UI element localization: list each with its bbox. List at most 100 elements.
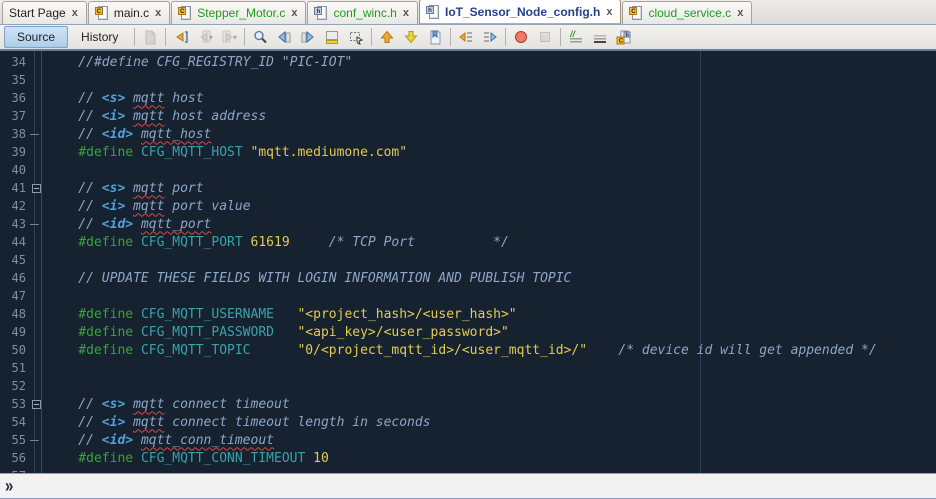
fold-column [30,197,47,215]
code-line-34[interactable]: 34 //#define CFG_REGISTRY_ID "PIC-IOT" [0,53,936,71]
shift-line-right-icon[interactable] [478,26,502,48]
code-text: #define CFG_MQTT_PORT 61619 /* TCP Port … [78,234,509,250]
line-number: 53 [11,397,26,411]
code-line-53[interactable]: 53 // <s> mqtt connect timeout [0,395,936,413]
fold-column [30,53,47,71]
toggle-header-source-icon[interactable]: hC [612,26,636,48]
code-line-50[interactable]: 50 #define CFG_MQTT_TOPIC "0/<project_mq… [0,341,936,359]
line-number: 39 [11,145,26,159]
fold-column [30,71,47,89]
uncomment-icon[interactable] [588,26,612,48]
toggle-highlight-search-icon[interactable] [320,26,344,48]
header-file-icon: h [425,4,440,20]
tab-label: Stepper_Motor.c [197,6,286,20]
toolbar-separator [505,28,507,46]
tab-cloud-service-c[interactable]: Ccloud_service.c x [622,1,753,24]
line-number: 36 [11,91,26,105]
find-selection-icon[interactable] [248,26,272,48]
code-line-40[interactable]: 40 [0,161,936,179]
code-line-48[interactable]: 48 #define CFG_MQTT_USERNAME "<project_h… [0,305,936,323]
close-icon[interactable]: x [290,7,298,19]
code-line-54[interactable]: 54 // <i> mqtt connect timeout length in… [0,413,936,431]
code-line-55[interactable]: 55 // <id> mqtt_conn_timeout [0,431,936,449]
fold-collapse-icon[interactable] [30,179,47,197]
toggle-rectangular-selection-icon[interactable] [344,26,368,48]
line-number: 34 [11,55,26,69]
editor-toolbar: Source History ▾ ▾ // h C [0,25,936,51]
fold-end-mark [30,215,47,233]
editor-tab-bar: Start Page x Cmain.c x C Stepper_Motor.c x h con… [0,0,936,25]
line-number: 43 [11,217,26,231]
code-lines: 34 //#define CFG_REGISTRY_ID "PIC-IOT" 35… [0,53,936,474]
code-line-49[interactable]: 49 #define CFG_MQTT_PASSWORD "<api_key>/… [0,323,936,341]
code-line-39[interactable]: 39 #define CFG_MQTT_HOST "mqtt.mediumone… [0,143,936,161]
close-icon[interactable]: x [71,7,79,19]
code-line-44[interactable]: 44 #define CFG_MQTT_PORT 61619 /* TCP Po… [0,233,936,251]
close-icon[interactable]: x [605,6,613,18]
code-line-41[interactable]: 41 // <s> mqtt port [0,179,936,197]
fold-column [30,323,47,341]
toolbar-separator [244,28,246,46]
code-line-35[interactable]: 35 [0,71,936,89]
code-line-56[interactable]: 56 #define CFG_MQTT_CONN_TIMEOUT 10 [0,449,936,467]
code-line-47[interactable]: 47 [0,287,936,305]
code-line-42[interactable]: 42 // <i> mqtt port value [0,197,936,215]
fold-collapse-icon[interactable] [30,395,47,413]
next-bookmark-icon[interactable] [399,26,423,48]
fold-column [30,89,47,107]
previous-bookmark-icon[interactable] [375,26,399,48]
navigate-forward-icon: ▾ [217,26,241,48]
tab-label: Start Page [9,6,66,20]
toolbar-separator [560,28,562,46]
code-line-43[interactable]: 43 // <id> mqtt_port [0,215,936,233]
code-text: // <s> mqtt host [47,90,204,106]
c-file-icon: C [629,5,643,21]
fold-column [30,251,47,269]
find-next-icon[interactable] [296,26,320,48]
fold-column [30,305,47,323]
close-icon[interactable]: x [736,7,744,19]
dropdown-caret-icon[interactable]: ▾ [233,33,237,42]
line-number: 44 [11,235,26,249]
close-icon[interactable]: x [154,7,162,19]
tab-stepper-motor-c[interactable]: C Stepper_Motor.c x [171,1,307,24]
fold-end-mark [30,125,47,143]
code-text: #define CFG_MQTT_USERNAME "<project_hash… [78,306,517,322]
toolbar-separator [134,28,136,46]
code-line-57[interactable]: 57 [0,467,936,473]
breadcrumb-bar[interactable]: » [0,473,936,499]
source-view-button[interactable]: Source [4,26,69,48]
code-text: // <s> mqtt connect timeout [47,396,290,412]
fold-column [30,413,47,431]
close-icon[interactable]: x [402,7,410,19]
tab-main-c[interactable]: Cmain.c x [87,1,171,24]
comment-icon[interactable]: // [564,26,588,48]
code-editor[interactable]: 34 //#define CFG_REGISTRY_ID "PIC-IOT" 35… [0,51,936,473]
dropdown-caret-icon[interactable]: ▾ [209,33,213,42]
history-view-button[interactable]: History [68,26,131,48]
toggle-bookmark-icon[interactable] [423,26,447,48]
code-line-45[interactable]: 45 [0,251,936,269]
jump-last-edit-icon[interactable] [169,26,193,48]
start-macro-recording-icon[interactable] [509,26,533,48]
code-line-46[interactable]: 46 // UPDATE THESE FIELDS WITH LOGIN INF… [0,269,936,287]
line-number: 51 [11,361,26,375]
line-number: 54 [11,415,26,429]
code-line-38[interactable]: 38 // <id> mqtt_host [0,125,936,143]
code-text: // <id> mqtt_host [47,126,212,142]
code-line-37[interactable]: 37 // <i> mqtt host address [0,107,936,125]
tab-iot-sensor-node-config-h[interactable]: h IoT_Sensor_Node_config.h x [418,0,622,24]
ide-window: Start Page x Cmain.c x C Stepper_Motor.c x h con… [0,0,936,499]
line-number: 35 [11,73,26,87]
find-previous-icon[interactable] [272,26,296,48]
tab-label: conf_winc.h [333,6,397,20]
tab-conf-winc-h[interactable]: h conf_winc.h x [307,1,418,24]
last-edited-document-icon [138,26,162,48]
header-file-icon: h [314,5,328,21]
code-text: #define CFG_MQTT_TOPIC "0/<project_mqtt_… [78,342,877,358]
tab-start-page[interactable]: Start Page x [2,1,87,24]
code-line-52[interactable]: 52 [0,377,936,395]
code-line-36[interactable]: 36 // <s> mqtt host [0,89,936,107]
code-line-51[interactable]: 51 [0,359,936,377]
shift-line-left-icon[interactable] [454,26,478,48]
